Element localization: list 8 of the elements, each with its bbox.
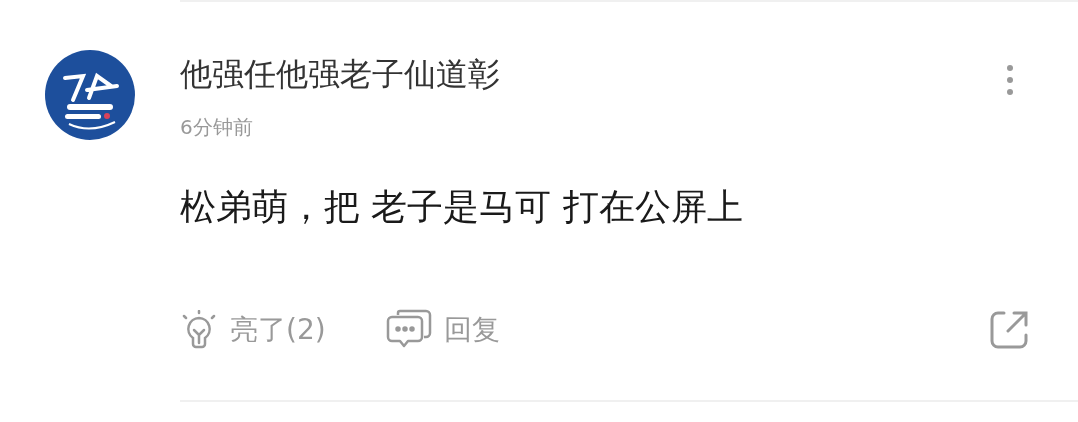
share-button[interactable] [988,309,1030,351]
share-icon [988,309,1030,351]
author-name[interactable]: 他强任他强老子仙道彰 [180,54,500,94]
like-button[interactable]: 亮了(2) [180,310,326,350]
lightbulb-icon [180,310,218,350]
reply-button[interactable]: 回复 [385,309,500,351]
timestamp: 6分钟前 [180,114,254,141]
comment-text: 松弟萌，把 老子是马可 打在公屏上 [180,185,744,229]
